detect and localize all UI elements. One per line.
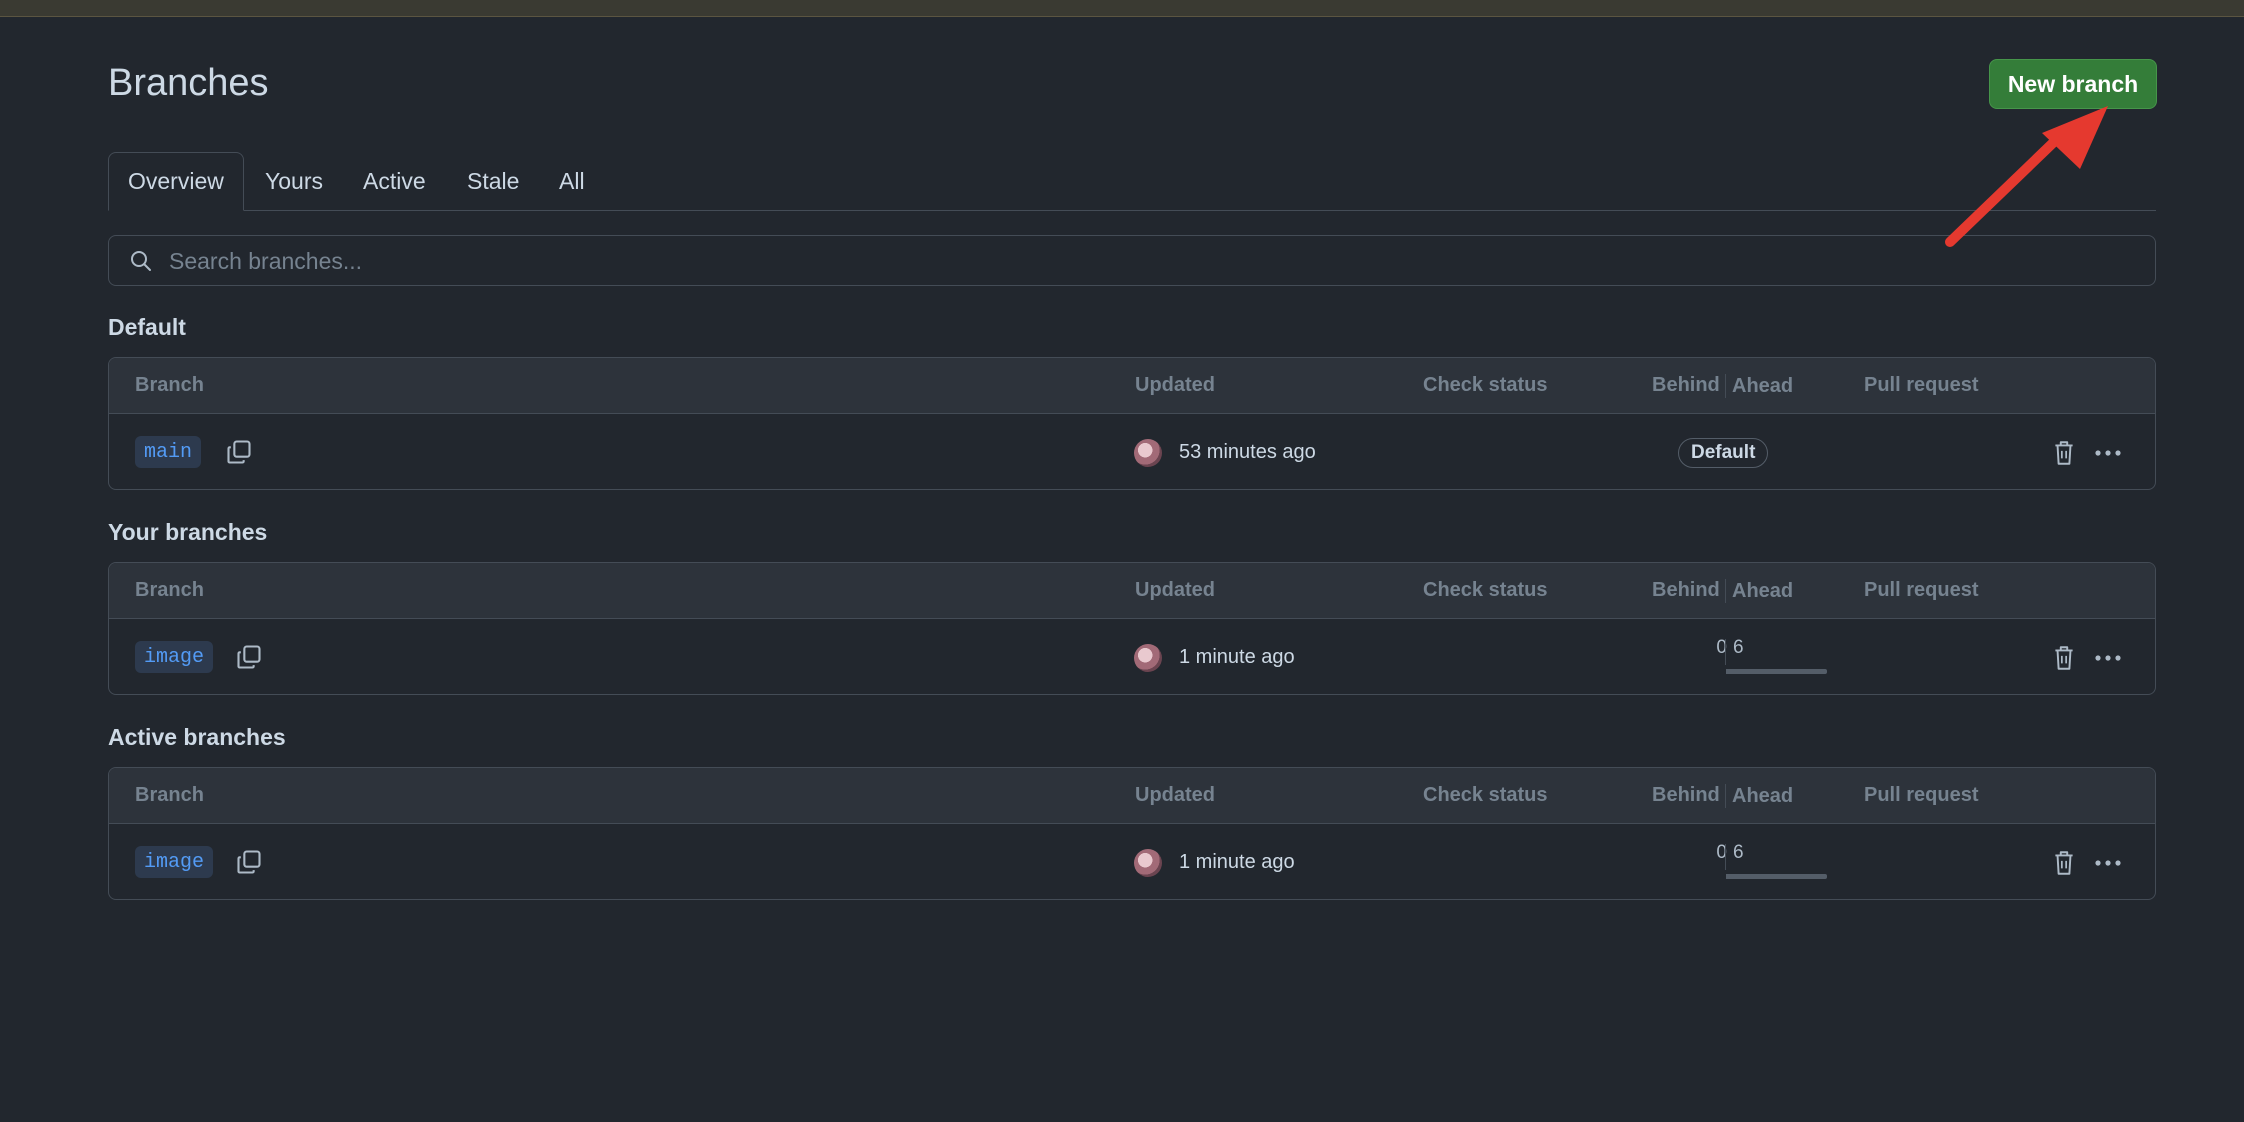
kebab-horizontal-icon[interactable] (2093, 849, 2123, 877)
column-check-status: Check status (1423, 784, 1548, 806)
avatar[interactable] (1134, 849, 1162, 877)
trash-icon[interactable] (2051, 849, 2077, 877)
default-badge: Default (1678, 438, 1769, 468)
your-branches-table: Branch Updated Check status Behind Ahead… (108, 562, 2156, 695)
column-check-status: Check status (1423, 374, 1548, 396)
ahead-count: 6 (1733, 842, 1744, 863)
column-check-status: Check status (1423, 579, 1548, 601)
active-branches-table: Branch Updated Check status Behind Ahead… (108, 767, 2156, 900)
tab-active[interactable]: Active (363, 152, 426, 210)
column-behind: Behind (1652, 784, 1720, 806)
column-ahead: Ahead (1725, 784, 1793, 808)
tab-all[interactable]: All (559, 152, 585, 210)
table-header: Branch Updated Check status Behind Ahead… (109, 358, 2155, 414)
branch-name-link[interactable]: image (135, 641, 214, 673)
updated-time: 53 minutes ago (1179, 440, 1316, 463)
branch-name-link[interactable]: image (135, 846, 214, 878)
column-updated: Updated (1135, 784, 1215, 806)
search-icon (131, 251, 151, 271)
column-ahead: Ahead (1725, 374, 1793, 398)
column-pull-request: Pull request (1864, 579, 1979, 601)
section-title-your-branches: Your branches (108, 519, 268, 545)
table-header: Branch Updated Check status Behind Ahead… (109, 563, 2155, 619)
table-row: main 53 minutes ago Default (109, 414, 2155, 489)
column-pull-request: Pull request (1864, 784, 1979, 806)
search-box (108, 235, 2156, 287)
column-behind: Behind (1652, 579, 1720, 601)
copy-icon[interactable] (235, 848, 263, 876)
section-title-default: Default (108, 314, 186, 340)
column-updated: Updated (1135, 374, 1215, 396)
column-branch: Branch (135, 579, 204, 601)
branch-filter-tabs: Overview Yours Active Stale All (108, 152, 2156, 211)
table-row: image 1 minute ago 0 6 (109, 824, 2155, 899)
tab-yours[interactable]: Yours (265, 152, 323, 210)
section-title-active-branches: Active branches (108, 724, 286, 750)
default-branch-table: Branch Updated Check status Behind Ahead… (108, 357, 2156, 490)
updated-time: 1 minute ago (1179, 850, 1295, 873)
trash-icon[interactable] (2051, 644, 2077, 672)
copy-icon[interactable] (225, 438, 253, 466)
updated-time: 1 minute ago (1179, 645, 1295, 668)
trash-icon[interactable] (2051, 439, 2077, 467)
avatar[interactable] (1134, 644, 1162, 672)
ahead-behind-divider (1725, 639, 1726, 665)
column-ahead: Ahead (1725, 579, 1793, 603)
ahead-behind-divider (1725, 844, 1726, 870)
search-input[interactable] (167, 236, 2131, 287)
tab-overview[interactable]: Overview (108, 152, 244, 211)
ahead-bar (1726, 874, 1827, 879)
ahead-bar (1726, 669, 1827, 674)
column-pull-request: Pull request (1864, 374, 1979, 396)
column-branch: Branch (135, 374, 204, 396)
table-header: Branch Updated Check status Behind Ahead… (109, 768, 2155, 824)
avatar[interactable] (1134, 439, 1162, 467)
copy-icon[interactable] (235, 643, 263, 671)
behind-count: 0 (1716, 637, 1727, 658)
annotation-arrow-icon (1945, 106, 2108, 247)
table-row: image 1 minute ago 0 6 (109, 619, 2155, 694)
kebab-horizontal-icon[interactable] (2093, 439, 2123, 467)
behind-count: 0 (1716, 842, 1727, 863)
kebab-horizontal-icon[interactable] (2093, 644, 2123, 672)
page-title: Branches (108, 62, 269, 104)
window-top-bar (0, 0, 2244, 17)
column-branch: Branch (135, 784, 204, 806)
tab-stale[interactable]: Stale (467, 152, 519, 210)
branch-name-link[interactable]: main (135, 436, 202, 468)
column-behind: Behind (1652, 374, 1720, 396)
column-updated: Updated (1135, 579, 1215, 601)
ahead-count: 6 (1733, 637, 1744, 658)
